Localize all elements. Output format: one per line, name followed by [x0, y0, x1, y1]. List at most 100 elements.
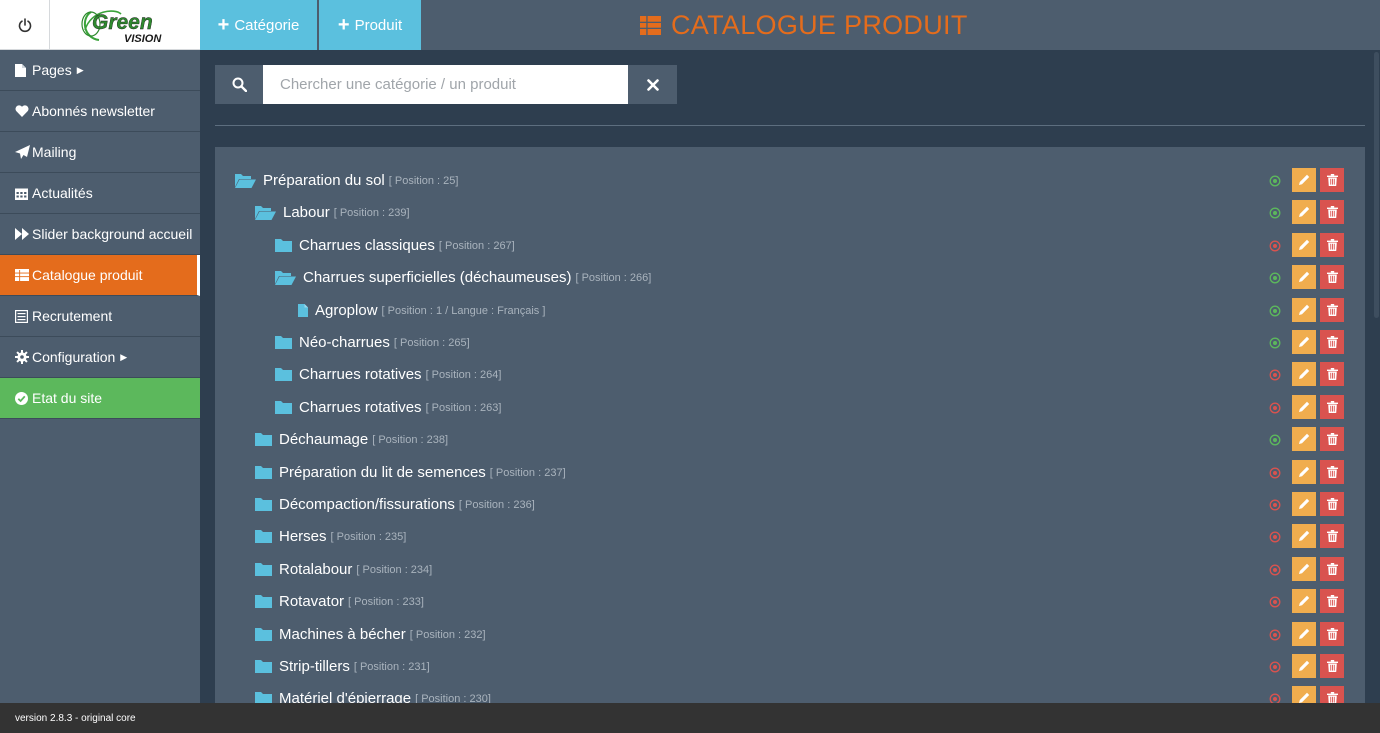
delete-button[interactable] [1320, 492, 1344, 516]
tree-row[interactable]: Rotavator[ Position : 233] [215, 588, 1365, 614]
tree-item-label[interactable]: Matériel d'épierrage[ Position : 230] [255, 685, 491, 703]
sidebar-item-slider[interactable]: Slider background accueil [0, 214, 200, 255]
edit-button[interactable] [1292, 330, 1316, 354]
tree-item-label[interactable]: Agroplow[ Position : 1 / Langue : França… [295, 297, 545, 323]
tree-item-label[interactable]: Préparation du sol[ Position : 25] [235, 167, 458, 193]
tree-row[interactable]: Strip-tillers[ Position : 231] [215, 653, 1365, 679]
edit-button[interactable] [1292, 395, 1316, 419]
status-on-icon[interactable] [1269, 336, 1281, 349]
sidebar-item-configuration[interactable]: Configuration ▶ [0, 337, 200, 378]
status-off-icon[interactable] [1269, 660, 1281, 673]
edit-button[interactable] [1292, 362, 1316, 386]
tree-row[interactable]: Préparation du lit de semences[ Position… [215, 459, 1365, 485]
tree-row[interactable]: Préparation du sol[ Position : 25] [215, 167, 1365, 193]
scrollbar-thumb[interactable] [1374, 52, 1379, 318]
delete-button[interactable] [1320, 200, 1344, 224]
edit-button[interactable] [1292, 427, 1316, 451]
tree-row[interactable]: Machines à bécher[ Position : 232] [215, 621, 1365, 647]
tree-row[interactable]: Labour[ Position : 239] [215, 199, 1365, 225]
tree-row[interactable]: Charrues rotatives[ Position : 264] [215, 361, 1365, 387]
tree-item-label[interactable]: Herses[ Position : 235] [255, 523, 406, 549]
delete-button[interactable] [1320, 362, 1344, 386]
sidebar-item-pages[interactable]: Pages ▶ [0, 50, 200, 91]
tree-item-label[interactable]: Rotalabour[ Position : 234] [255, 556, 432, 582]
edit-button[interactable] [1292, 233, 1316, 257]
tree-row[interactable]: Néo-charrues[ Position : 265] [215, 329, 1365, 355]
tree-row[interactable]: Matériel d'épierrage[ Position : 230] [215, 685, 1365, 703]
status-off-icon[interactable] [1269, 692, 1281, 703]
delete-button[interactable] [1320, 427, 1344, 451]
edit-button[interactable] [1292, 200, 1316, 224]
sidebar-item-mailing[interactable]: Mailing [0, 132, 200, 173]
tree-row[interactable]: Agroplow[ Position : 1 / Langue : França… [215, 297, 1365, 323]
tree-row[interactable]: Charrues classiques[ Position : 267] [215, 232, 1365, 258]
delete-button[interactable] [1320, 168, 1344, 192]
delete-button[interactable] [1320, 233, 1344, 257]
delete-button[interactable] [1320, 686, 1344, 703]
search-button[interactable] [215, 65, 263, 104]
edit-button[interactable] [1292, 557, 1316, 581]
edit-button[interactable] [1292, 168, 1316, 192]
status-off-icon[interactable] [1269, 563, 1281, 576]
sidebar-item-recruitment[interactable]: Recrutement [0, 296, 200, 337]
status-on-icon[interactable] [1269, 206, 1281, 219]
edit-button[interactable] [1292, 460, 1316, 484]
tree-row[interactable]: Décompaction/fissurations[ Position : 23… [215, 491, 1365, 517]
delete-button[interactable] [1320, 654, 1344, 678]
edit-button[interactable] [1292, 524, 1316, 548]
delete-button[interactable] [1320, 395, 1344, 419]
tree-item-label[interactable]: Néo-charrues[ Position : 265] [275, 329, 470, 355]
status-off-icon[interactable] [1269, 466, 1281, 479]
tree-item-label[interactable]: Charrues classiques[ Position : 267] [275, 232, 515, 258]
tree-row[interactable]: Rotalabour[ Position : 234] [215, 556, 1365, 582]
tree-item-label[interactable]: Décompaction/fissurations[ Position : 23… [255, 491, 535, 517]
status-off-icon[interactable] [1269, 498, 1281, 511]
sidebar-item-site-status[interactable]: Etat du site [0, 378, 200, 419]
tree-row[interactable]: Herses[ Position : 235] [215, 523, 1365, 549]
tree-item-label[interactable]: Charrues superficielles (déchaumeuses)[ … [275, 264, 651, 290]
delete-button[interactable] [1320, 622, 1344, 646]
status-off-icon[interactable] [1269, 401, 1281, 414]
sidebar-item-catalogue[interactable]: Catalogue produit [0, 255, 200, 296]
status-off-icon[interactable] [1269, 368, 1281, 381]
delete-button[interactable] [1320, 557, 1344, 581]
edit-button[interactable] [1292, 298, 1316, 322]
tree-item-label[interactable]: Strip-tillers[ Position : 231] [255, 653, 430, 679]
tree-row[interactable]: Charrues superficielles (déchaumeuses)[ … [215, 264, 1365, 290]
edit-button[interactable] [1292, 622, 1316, 646]
edit-button[interactable] [1292, 686, 1316, 703]
edit-button[interactable] [1292, 589, 1316, 613]
sidebar-item-newsletter[interactable]: Abonnés newsletter [0, 91, 200, 132]
edit-button[interactable] [1292, 265, 1316, 289]
logo[interactable]: Green VISION [50, 0, 200, 49]
tree-row[interactable]: Déchaumage[ Position : 238] [215, 426, 1365, 452]
delete-button[interactable] [1320, 524, 1344, 548]
delete-button[interactable] [1320, 265, 1344, 289]
delete-button[interactable] [1320, 589, 1344, 613]
status-on-icon[interactable] [1269, 433, 1281, 446]
delete-button[interactable] [1320, 460, 1344, 484]
tree-item-label[interactable]: Préparation du lit de semences[ Position… [255, 459, 566, 485]
tree-item-label[interactable]: Rotavator[ Position : 233] [255, 588, 424, 614]
status-on-icon[interactable] [1269, 271, 1281, 284]
status-off-icon[interactable] [1269, 595, 1281, 608]
power-button[interactable] [0, 0, 50, 50]
tree-row[interactable]: Charrues rotatives[ Position : 263] [215, 394, 1365, 420]
status-on-icon[interactable] [1269, 174, 1281, 187]
status-off-icon[interactable] [1269, 239, 1281, 252]
add-product-button[interactable]: + Produit [319, 0, 421, 50]
delete-button[interactable] [1320, 298, 1344, 322]
edit-button[interactable] [1292, 492, 1316, 516]
tree-item-label[interactable]: Labour[ Position : 239] [255, 199, 410, 225]
tree-item-label[interactable]: Charrues rotatives[ Position : 263] [275, 394, 501, 420]
tree-item-label[interactable]: Déchaumage[ Position : 238] [255, 426, 448, 452]
edit-button[interactable] [1292, 654, 1316, 678]
delete-button[interactable] [1320, 330, 1344, 354]
tree-item-label[interactable]: Machines à bécher[ Position : 232] [255, 621, 486, 647]
sidebar-item-news[interactable]: Actualités [0, 173, 200, 214]
add-category-button[interactable]: + Catégorie [200, 0, 317, 50]
clear-search-button[interactable] [628, 65, 677, 104]
status-off-icon[interactable] [1269, 530, 1281, 543]
search-input[interactable] [263, 65, 628, 104]
status-off-icon[interactable] [1269, 628, 1281, 641]
